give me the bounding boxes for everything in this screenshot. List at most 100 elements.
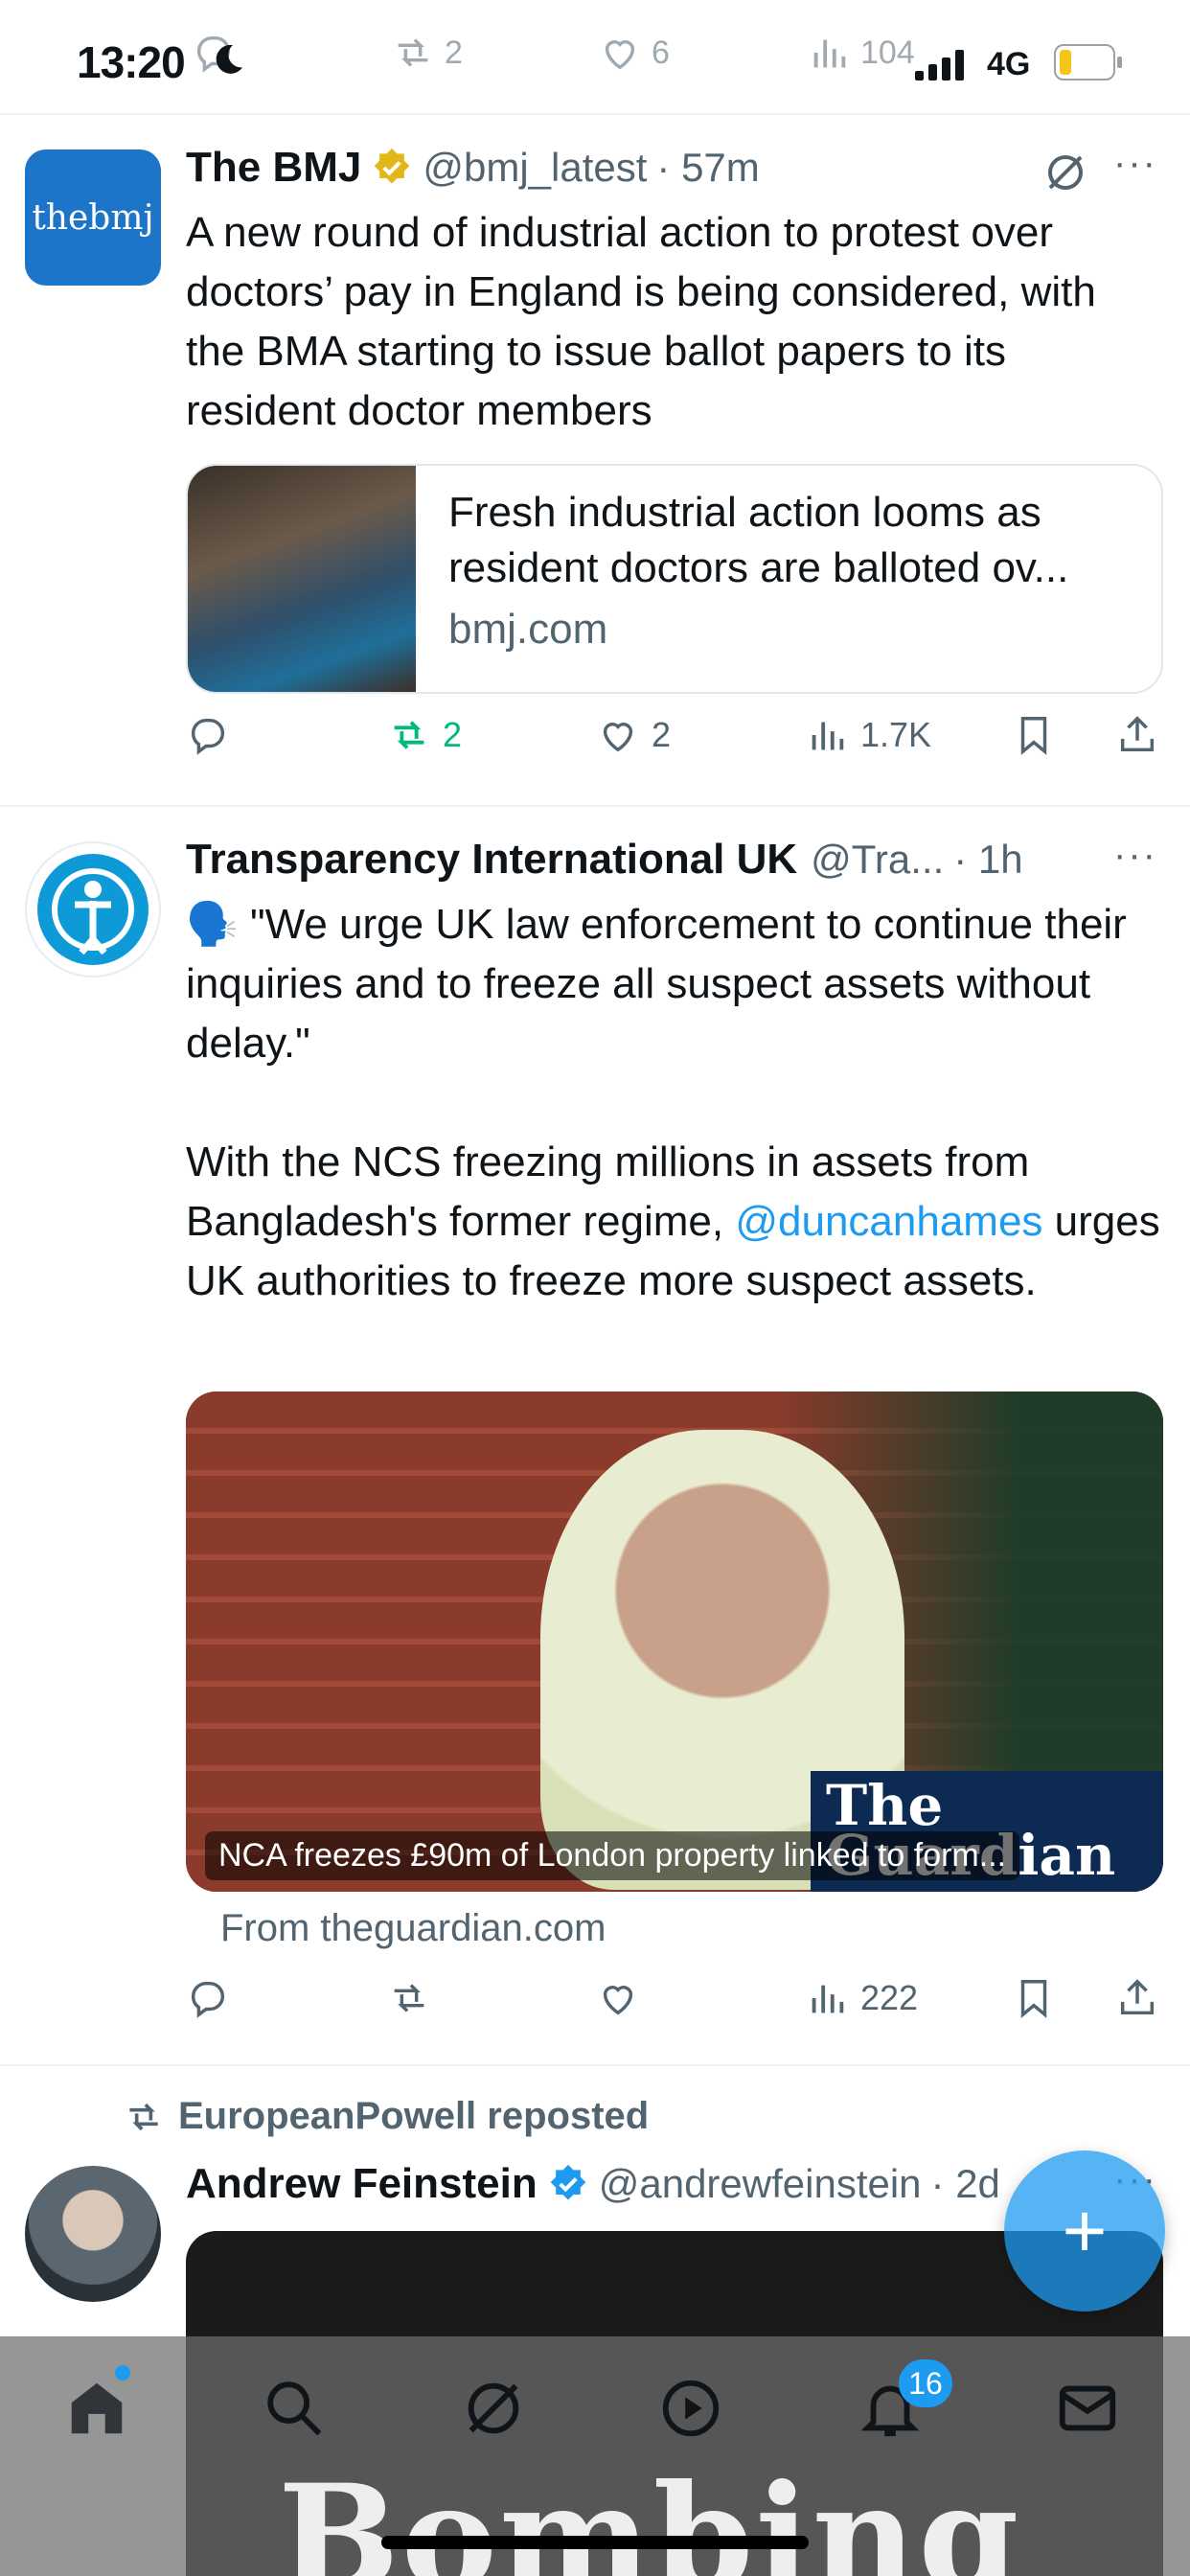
author-name[interactable]: The BMJ (186, 144, 361, 192)
heart-icon (603, 1986, 633, 2015)
tweet-text: A new round of industrial action to prot… (186, 209, 1096, 434)
share-button[interactable] (1115, 1976, 1159, 2020)
repost-button[interactable]: 2 (391, 31, 463, 75)
like-button[interactable]: 2 (596, 713, 671, 757)
repost-button[interactable] (387, 1976, 431, 2020)
tweet-text: 🗣️ "We urge UK law enforcement to contin… (186, 895, 1163, 1311)
like-button[interactable] (596, 1976, 640, 2020)
tweet-text-paragraph-2: With the NCS freezing millions in assets… (186, 1133, 1163, 1311)
unread-dot (115, 2365, 130, 2380)
repost-count: 2 (443, 715, 463, 754)
tweet-header: The BMJ @bmj_latest · 57m (186, 144, 760, 192)
bookmark-icon (1020, 1980, 1047, 2018)
notifications-badge: 16 (899, 2359, 952, 2407)
views-icon (812, 722, 844, 750)
tweet-time: · 2d (930, 2161, 1000, 2206)
repost-by[interactable]: EuropeanPowell reposted (178, 2095, 649, 2138)
tweet-actions: 2 2 1.7K (186, 713, 1163, 770)
views-button[interactable]: 104 (807, 31, 915, 75)
tweet-header: Transparency International UK @Tra... · … (186, 836, 1023, 884)
repost-icon (394, 721, 424, 749)
views-icon (812, 1985, 844, 2013)
battery-icon (1054, 44, 1122, 80)
reply-button[interactable] (186, 713, 230, 757)
views-button[interactable]: 1.7K (805, 713, 931, 757)
share-icon (1120, 716, 1155, 752)
author-name[interactable]: Transparency International UK (186, 836, 797, 884)
repost-icon (394, 1984, 424, 2012)
views-count: 1.7K (860, 715, 932, 754)
author-handle[interactable]: @bmj_latest (423, 145, 647, 191)
video-overlay-text: Bombing (278, 2453, 1021, 2576)
divider (0, 113, 1190, 115)
link-card[interactable]: Fresh industrial action looms as residen… (186, 464, 1163, 694)
avatar[interactable]: thebmj (25, 150, 161, 286)
tweet-header: Andrew Feinstein @andrewfeinstein · 2d (186, 2160, 1000, 2208)
more-options-icon[interactable]: ··· (1113, 142, 1157, 185)
like-count: 2 (652, 715, 672, 754)
bookmark-icon (1020, 717, 1047, 755)
avatar[interactable] (25, 841, 161, 978)
card-domain: bmj.com (448, 606, 608, 653)
repost-button[interactable]: 2 (387, 713, 462, 757)
tweet-text-paragraph-1: 🗣️ "We urge UK law enforcement to contin… (186, 901, 1127, 1067)
nav-messages[interactable] (1054, 2375, 1131, 2451)
status-time: 13:20 (77, 37, 186, 87)
tweet-time: · 1h (953, 837, 1023, 882)
more-options-icon[interactable]: ··· (1113, 834, 1157, 877)
share-icon (1120, 1979, 1155, 2015)
bookmark-button[interactable] (1012, 1976, 1056, 2020)
card-thumbnail (188, 466, 416, 692)
repost-icon (129, 2103, 158, 2130)
signal-icon (915, 50, 964, 80)
card-title: Fresh industrial action looms as residen… (448, 489, 1069, 591)
views-count: 104 (860, 34, 915, 71)
verified-gold-icon (375, 148, 410, 184)
nav-search[interactable] (261, 2375, 337, 2451)
tweet-actions: 222 (186, 1976, 1163, 2034)
home-indicator[interactable] (381, 2536, 809, 2549)
avatar-text: thebmj (32, 197, 154, 238)
divider (0, 805, 1190, 807)
reply-icon (191, 718, 225, 755)
repost-count: 2 (445, 34, 463, 71)
play-icon (662, 2380, 720, 2437)
share-button[interactable] (1115, 713, 1159, 757)
source-link[interactable]: From theguardian.com (220, 1907, 606, 1950)
media-image[interactable]: The Guardian NCA freezes £90m of London … (186, 1392, 1163, 1892)
status-bar: 2 6 104 13:20 4G (0, 0, 1190, 113)
transparency-logo-icon (37, 854, 149, 965)
moon-icon (216, 44, 242, 74)
like-count: 6 (652, 34, 670, 71)
mail-icon (1059, 2385, 1116, 2431)
views-count: 222 (860, 1978, 919, 2017)
reply-button[interactable] (186, 1976, 230, 2020)
search-icon (267, 2381, 322, 2436)
media-caption: NCA freezes £90m of London property link… (205, 1831, 1020, 1880)
network-label: 4G (987, 46, 1031, 82)
nav-home[interactable] (63, 2375, 140, 2451)
tweet-time: · 57m (656, 145, 760, 190)
grok-icon[interactable] (1042, 150, 1088, 196)
views-button[interactable]: 222 (805, 1976, 918, 2020)
nav-video[interactable] (657, 2375, 734, 2451)
plus-icon: + (1062, 2188, 1108, 2273)
author-handle[interactable]: @andrewfeinstein (599, 2161, 922, 2207)
tweet-transparency-international[interactable]: Transparency International UK @Tra... · … (0, 826, 1190, 2062)
repost-indicator: EuropeanPowell reposted (123, 2095, 649, 2138)
bookmark-button[interactable] (1012, 713, 1056, 757)
grok-icon (468, 2382, 519, 2434)
author-name[interactable]: Andrew Feinstein (186, 2160, 538, 2208)
heart-icon (603, 723, 633, 752)
compose-button[interactable]: + (1004, 2150, 1165, 2312)
like-button[interactable]: 6 (598, 31, 670, 75)
divider (0, 2064, 1190, 2066)
avatar[interactable] (25, 2166, 161, 2302)
home-icon (71, 2382, 123, 2434)
nav-grok[interactable] (460, 2375, 537, 2451)
reply-icon (191, 1981, 225, 2018)
verified-icon (550, 2164, 586, 2200)
author-handle[interactable]: @Tra... (811, 837, 944, 883)
tweet-bmj[interactable]: thebmj The BMJ @bmj_latest · 57m ··· A n… (0, 134, 1190, 795)
mention-link[interactable]: @duncanhames (735, 1198, 1042, 1245)
